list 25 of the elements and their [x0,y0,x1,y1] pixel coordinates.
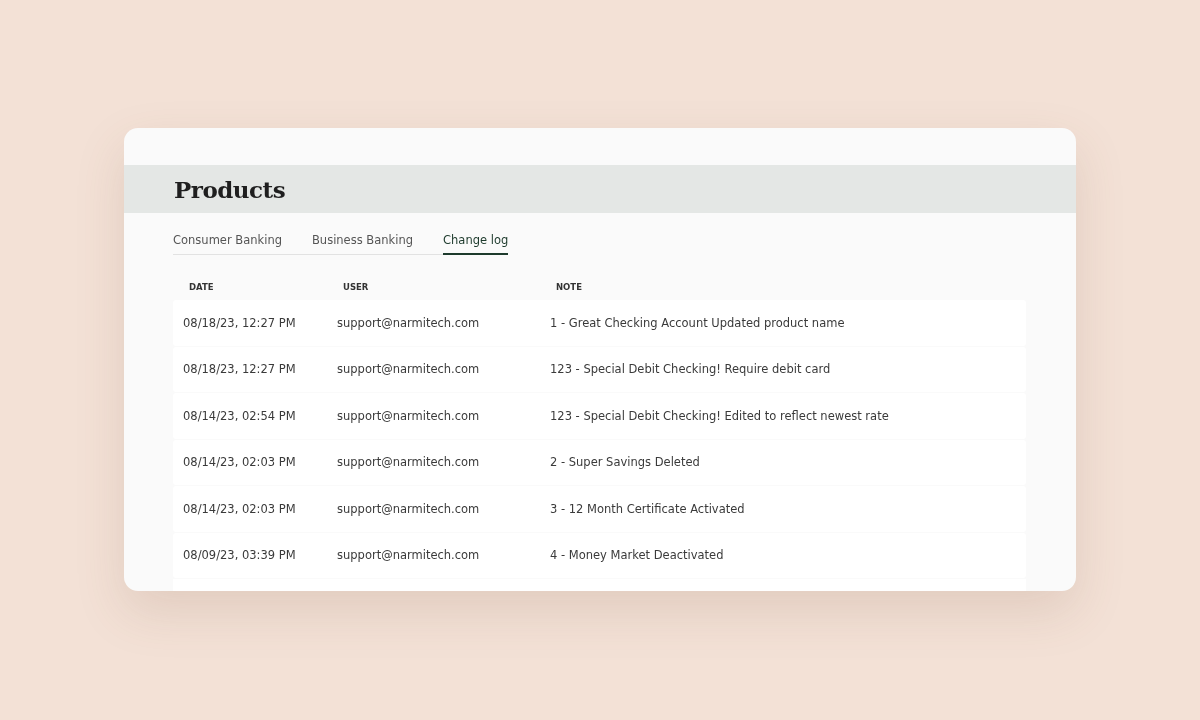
table-cell-text: support@narmitech.com [337,501,481,516]
column-header: DATE [189,282,215,292]
column-header: USER [343,282,370,292]
table-cell-text: 2 - Super Savings Deleted [550,455,701,470]
table-cell-text: 08/14/23, 02:03 PM [183,501,297,516]
table-cell-text: 1 - Great Checking Account Updated product name [550,315,846,330]
page-title: Products [174,175,286,203]
column-header: NOTE [556,282,583,292]
tab[interactable]: Change log [443,233,509,255]
table-cell-text: 123 - Special Debit Checking! Require debit card [550,362,832,377]
tab[interactable]: Business Banking [311,233,413,255]
table-cell-text: 08/09/23, 03:39 PM [183,548,297,563]
table-cell-text: 123 - Special Debit Checking! Edited to reflect newest rate [550,408,890,423]
table-cell-text: 3 - 12 Month Certificate Activated [550,501,746,516]
table-cell-text: support@narmitech.com [337,455,481,470]
table-cell-text: 08/14/23, 02:54 PM [183,408,297,423]
table-cell-text: support@narmitech.com [337,548,481,563]
tab[interactable]: Consumer Banking [173,233,282,255]
table-cell-text: 08/18/23, 12:27 PM [183,315,297,330]
table-cell-text: 08/18/23, 12:27 PM [183,362,297,377]
table-cell-text: support@narmitech.com [337,315,481,330]
table-cell-text: support@narmitech.com [337,362,481,377]
table-cell-text: support@narmitech.com [337,408,481,423]
table-cell-text: 08/14/23, 02:03 PM [183,455,297,470]
table-cell-text: 4 - Money Market Deactivated [550,548,725,563]
